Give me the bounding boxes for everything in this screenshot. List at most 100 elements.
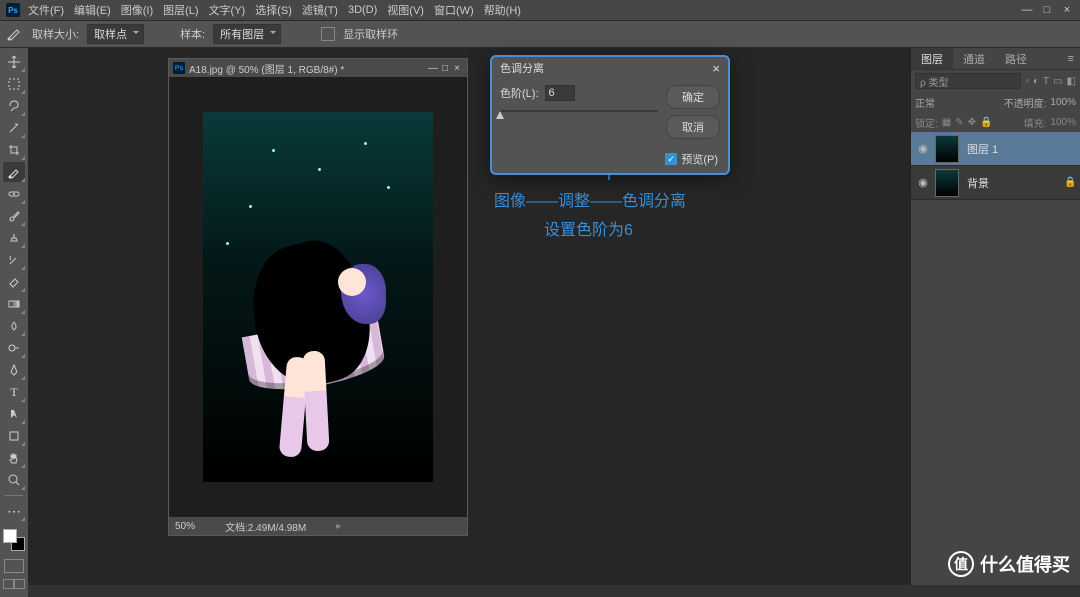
dialog-close-icon[interactable]: × xyxy=(712,61,720,76)
menu-select[interactable]: 选择(S) xyxy=(255,2,292,18)
levels-label: 色阶(L): xyxy=(500,85,539,101)
menu-window[interactable]: 窗口(W) xyxy=(434,2,474,18)
menu-3d[interactable]: 3D(D) xyxy=(348,4,377,16)
filter-image-icon[interactable]: ▫ xyxy=(1025,76,1029,87)
layers-panel: 图层 通道 路径 ≡ ρ 类型 ▫ ◐ T ▭ ◧ 正常 不透明度: 100% … xyxy=(910,48,1080,585)
preview-checkbox[interactable]: ✓ xyxy=(665,153,677,165)
menu-filter[interactable]: 滤镜(T) xyxy=(302,2,338,18)
sample-dropdown[interactable]: 所有图层 xyxy=(213,24,281,44)
eyedropper-icon xyxy=(6,27,24,41)
opacity-label: 不透明度: xyxy=(1004,95,1047,110)
cancel-button[interactable]: 取消 xyxy=(666,115,720,139)
healing-tool[interactable] xyxy=(3,184,25,204)
panel-menu-icon[interactable]: ≡ xyxy=(1062,53,1080,65)
layer-thumb xyxy=(935,135,959,163)
blend-mode-dropdown[interactable]: 正常 xyxy=(915,95,971,110)
history-brush-tool[interactable] xyxy=(3,250,25,270)
screenmode-icon[interactable] xyxy=(3,579,25,593)
menu-file[interactable]: 文件(F) xyxy=(28,2,64,18)
tab-channels[interactable]: 通道 xyxy=(953,48,995,69)
menu-layer[interactable]: 图层(L) xyxy=(163,2,198,18)
fill-value[interactable]: 100% xyxy=(1050,117,1076,128)
layer-kind-dropdown[interactable]: ρ 类型 xyxy=(915,73,1021,89)
window-maximize-icon[interactable]: □ xyxy=(1040,3,1054,17)
ps-doc-icon: Ps xyxy=(173,62,185,74)
tab-layers[interactable]: 图层 xyxy=(911,48,953,69)
gradient-tool[interactable] xyxy=(3,294,25,314)
lock-all-icon[interactable]: 🔒 xyxy=(980,117,992,128)
menu-view[interactable]: 视图(V) xyxy=(387,2,424,18)
zoom-tool[interactable] xyxy=(3,470,25,490)
filter-smart-icon[interactable]: ◧ xyxy=(1067,76,1076,87)
zoom-value[interactable]: 50% xyxy=(175,521,195,532)
rings-checkbox[interactable] xyxy=(321,27,335,41)
lock-label: 锁定: xyxy=(915,115,938,130)
dialog-title: 色调分离 xyxy=(500,60,544,76)
lock-pos-icon[interactable]: ✥ xyxy=(968,117,976,128)
sample-size-label: 取样大小: xyxy=(32,26,79,42)
hand-tool[interactable] xyxy=(3,448,25,468)
brush-tool[interactable] xyxy=(3,206,25,226)
window-close-icon[interactable]: × xyxy=(1060,3,1074,17)
doc-info: 文档:2.49M/4.98M xyxy=(225,519,306,534)
sample-size-dropdown[interactable]: 取样点 xyxy=(87,24,144,44)
canvas[interactable] xyxy=(169,77,467,517)
menu-text[interactable]: 文字(Y) xyxy=(209,2,246,18)
options-bar: 取样大小: 取样点 样本: 所有图层 显示取样环 xyxy=(0,20,1080,48)
layer-thumb xyxy=(935,169,959,197)
dialog-titlebar[interactable]: 色调分离 × xyxy=(492,57,728,79)
layer-row[interactable]: ◉ 背景 🔒 xyxy=(911,166,1080,200)
path-select-tool[interactable] xyxy=(3,404,25,424)
eyedropper-tool[interactable] xyxy=(3,162,25,182)
tool-panel: T ⋯ xyxy=(0,48,28,597)
magic-wand-tool[interactable] xyxy=(3,118,25,138)
doc-close-icon[interactable]: × xyxy=(451,63,463,74)
doc-minimize-icon[interactable]: — xyxy=(427,63,439,74)
crop-tool[interactable] xyxy=(3,140,25,160)
ok-button[interactable]: 确定 xyxy=(666,85,720,109)
menu-image[interactable]: 图像(I) xyxy=(121,2,153,18)
edit-toolbar[interactable]: ⋯ xyxy=(3,501,25,521)
levels-slider[interactable] xyxy=(500,105,658,117)
visibility-icon[interactable]: ◉ xyxy=(911,176,935,189)
canvas-area: Ps A18.jpg @ 50% (图层 1, RGB/8#) * — □ × xyxy=(28,48,910,585)
window-minimize-icon[interactable]: — xyxy=(1020,3,1034,17)
dodge-tool[interactable] xyxy=(3,338,25,358)
blur-tool[interactable] xyxy=(3,316,25,336)
watermark-text: 什么值得买 xyxy=(980,551,1070,577)
clone-tool[interactable] xyxy=(3,228,25,248)
eraser-tool[interactable] xyxy=(3,272,25,292)
annotation-line1: 图像——调整——色调分离 xyxy=(494,188,686,217)
doc-maximize-icon[interactable]: □ xyxy=(439,63,451,74)
lock-trans-icon[interactable]: ▦ xyxy=(942,117,951,128)
lock-icon: 🔒 xyxy=(1064,177,1080,188)
type-tool[interactable]: T xyxy=(3,382,25,402)
menu-edit[interactable]: 编辑(E) xyxy=(74,2,111,18)
layer-name[interactable]: 图层 1 xyxy=(967,141,998,157)
tab-paths[interactable]: 路径 xyxy=(995,48,1037,69)
document-tab[interactable]: Ps A18.jpg @ 50% (图层 1, RGB/8#) * — □ × xyxy=(169,59,467,77)
shape-tool[interactable] xyxy=(3,426,25,446)
lasso-tool[interactable] xyxy=(3,96,25,116)
document-window: Ps A18.jpg @ 50% (图层 1, RGB/8#) * — □ × xyxy=(168,58,468,536)
color-swatches[interactable] xyxy=(3,529,25,551)
levels-input[interactable] xyxy=(545,85,575,101)
layer-name[interactable]: 背景 xyxy=(967,175,989,191)
opacity-value[interactable]: 100% xyxy=(1050,97,1076,108)
artwork xyxy=(203,112,433,482)
filter-shape-icon[interactable]: ▭ xyxy=(1053,76,1062,87)
marquee-tool[interactable] xyxy=(3,74,25,94)
layer-row[interactable]: ◉ 图层 1 xyxy=(911,132,1080,166)
document-title: A18.jpg @ 50% (图层 1, RGB/8#) * xyxy=(189,61,344,76)
fill-label: 填充: xyxy=(1024,115,1047,130)
filter-adjust-icon[interactable]: ◐ xyxy=(1033,76,1039,87)
lock-paint-icon[interactable]: ✎ xyxy=(955,117,963,128)
rings-label: 显示取样环 xyxy=(343,26,398,42)
menu-help[interactable]: 帮助(H) xyxy=(484,2,521,18)
pen-tool[interactable] xyxy=(3,360,25,380)
watermark-icon: 值 xyxy=(948,551,974,577)
filter-type-icon[interactable]: T xyxy=(1043,76,1049,87)
quickmask-icon[interactable] xyxy=(4,559,24,573)
move-tool[interactable] xyxy=(3,52,25,72)
visibility-icon[interactable]: ◉ xyxy=(911,142,935,155)
